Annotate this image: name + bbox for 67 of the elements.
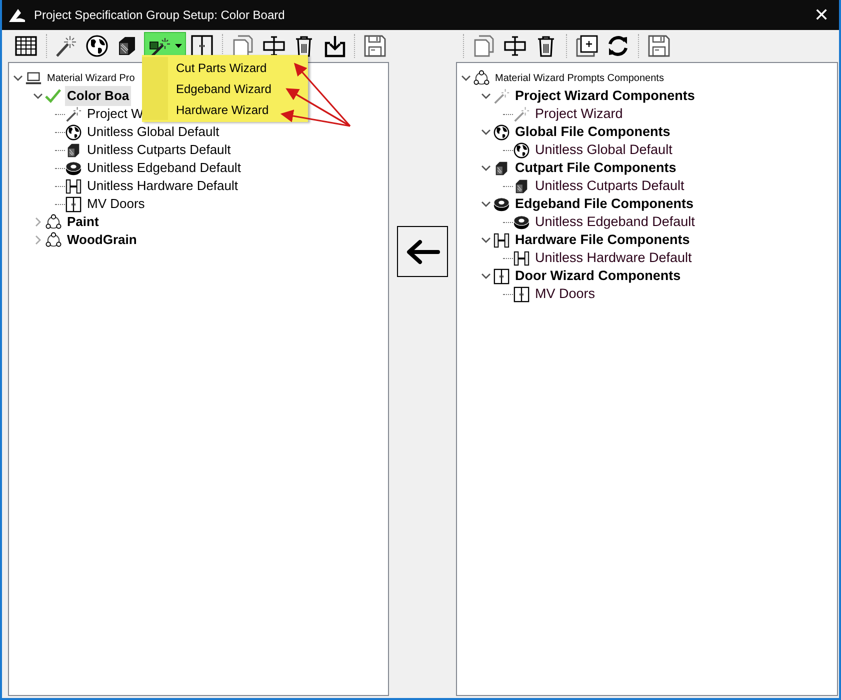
save-icon xyxy=(363,34,388,58)
hardware-icon xyxy=(65,178,82,194)
menu-item[interactable]: Edgeband Wizard xyxy=(168,78,308,99)
tree-item[interactable]: Project Wizard xyxy=(533,104,625,124)
menu-item[interactable]: Hardware Wizard xyxy=(168,99,308,120)
door-icon xyxy=(65,196,82,212)
group-icon xyxy=(473,70,490,86)
magic-wand-icon xyxy=(54,34,78,58)
menu-item[interactable]: Cut Parts Wizard xyxy=(168,57,308,78)
tree-item[interactable]: Unitless Edgeband Default xyxy=(533,212,697,232)
globe-button[interactable] xyxy=(83,32,111,60)
tree-item[interactable]: Hardware File Components xyxy=(513,230,692,250)
table-icon xyxy=(14,34,38,58)
magic-wand-icon xyxy=(513,106,530,122)
cube-icon xyxy=(493,160,510,176)
tree-item[interactable]: Project Wizard Components xyxy=(513,86,697,106)
globe-icon xyxy=(513,142,530,158)
group-icon xyxy=(45,232,62,248)
move-left-button[interactable] xyxy=(397,226,448,277)
globe-icon xyxy=(65,124,82,140)
tree-item[interactable]: Unitless Cutparts Default xyxy=(85,140,233,160)
hardware-icon xyxy=(513,250,530,266)
rename-icon xyxy=(262,34,286,58)
tree-item[interactable]: Unitless Hardware Default xyxy=(85,176,240,196)
hardware-icon xyxy=(493,232,510,248)
tree-item[interactable]: Material Wizard Prompts Components xyxy=(493,70,666,86)
edgeband-icon xyxy=(65,160,82,176)
tree-item[interactable]: Paint xyxy=(65,212,101,232)
menu-gutter xyxy=(142,57,168,120)
cube-icon xyxy=(65,142,82,158)
globe-icon xyxy=(84,34,109,58)
copy-icon xyxy=(472,34,496,58)
tree-item[interactable]: Door Wizard Components xyxy=(513,266,683,286)
magic-wand-icon xyxy=(493,88,510,104)
computer-icon xyxy=(25,70,42,86)
download-icon xyxy=(322,34,347,58)
check-icon xyxy=(45,88,62,104)
tree-item[interactable]: Unitless Hardware Default xyxy=(533,248,694,268)
edgeband-icon xyxy=(493,196,510,212)
globe-icon xyxy=(493,124,510,140)
tree-item[interactable]: Unitless Global Default xyxy=(85,122,222,142)
close-button[interactable]: ✕ xyxy=(812,6,831,24)
magic-wand-icon xyxy=(65,106,82,122)
cube-icon xyxy=(513,178,530,194)
tree-item[interactable]: Unitless Global Default xyxy=(533,140,674,160)
refresh-icon xyxy=(606,34,630,58)
edgeband-icon xyxy=(513,214,530,230)
tree-item[interactable]: MV Doors xyxy=(85,194,147,214)
tree-item[interactable]: Edgeband File Components xyxy=(513,194,696,214)
door-icon xyxy=(513,286,530,302)
app-logo-icon xyxy=(8,7,26,23)
tree-item[interactable]: Cutpart File Components xyxy=(513,158,678,178)
tree-item[interactable]: Unitless Cutparts Default xyxy=(533,176,686,196)
add-copy-icon xyxy=(575,34,599,58)
group-icon xyxy=(45,214,62,230)
tree-item[interactable]: WoodGrain xyxy=(65,230,139,250)
tree-item[interactable]: Color Boa xyxy=(65,86,132,106)
door-icon xyxy=(493,268,510,284)
tree-item[interactable]: Material Wizard Pro xyxy=(45,70,137,86)
window-title: Project Specification Group Setup: Color Board xyxy=(34,7,286,24)
tree-item[interactable]: Global File Components xyxy=(513,122,672,142)
left-arrow-icon xyxy=(406,238,440,264)
rename-icon xyxy=(503,34,527,58)
caret-icon xyxy=(175,44,182,48)
tree-item[interactable]: MV Doors xyxy=(533,284,598,304)
tree-item[interactable]: Unitless Edgeband Default xyxy=(85,158,243,178)
save-icon xyxy=(647,34,671,58)
